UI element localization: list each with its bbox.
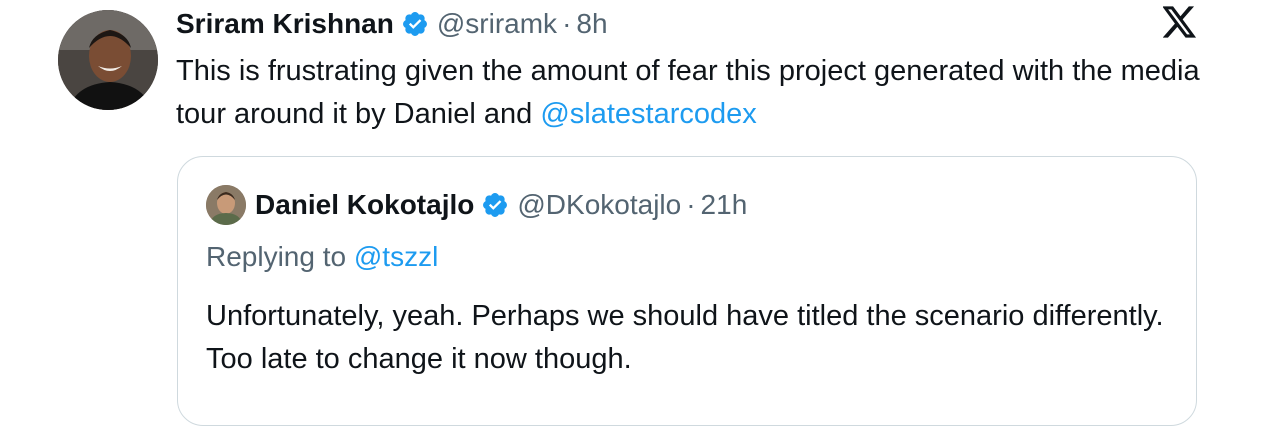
x-logo-icon[interactable] bbox=[1162, 6, 1197, 38]
verified-badge-icon bbox=[401, 10, 429, 38]
replying-to-mention[interactable]: @tszzl bbox=[354, 241, 438, 272]
separator-dot: · bbox=[562, 8, 572, 39]
mention-link[interactable]: @slatestarcodex bbox=[540, 98, 756, 130]
separator-dot: · bbox=[686, 189, 696, 220]
author-name[interactable]: Sriram Krishnan bbox=[176, 8, 394, 40]
verified-badge-icon bbox=[481, 191, 509, 219]
tweet-text: This is frustrating given the amount of … bbox=[176, 50, 1216, 136]
replying-to-line: Replying to @tszzl bbox=[206, 241, 438, 273]
tweet-card[interactable]: Sriram Krishnan @sriramk · 8h This is fr… bbox=[0, 0, 1265, 426]
quoted-author-avatar[interactable] bbox=[206, 185, 246, 225]
quoted-tweet-text: Unfortunately, yeah. Perhaps we should h… bbox=[206, 300, 1164, 375]
quoted-tweet-timestamp[interactable]: 21h bbox=[701, 189, 748, 221]
quoted-tweet[interactable]: Daniel Kokotajlo @DKokotajlo · 21h Reply… bbox=[177, 156, 1197, 426]
quoted-author-handle[interactable]: @DKokotajlo bbox=[517, 189, 681, 221]
author-avatar[interactable] bbox=[58, 10, 158, 110]
tweet-timestamp[interactable]: 8h bbox=[576, 8, 607, 40]
author-handle[interactable]: @sriramk bbox=[437, 8, 557, 40]
quoted-tweet-header: Daniel Kokotajlo @DKokotajlo · 21h bbox=[255, 183, 747, 227]
tweet-header: Sriram Krishnan @sriramk · 8h bbox=[176, 4, 608, 44]
quoted-author-name[interactable]: Daniel Kokotajlo bbox=[255, 189, 474, 221]
replying-to-label: Replying to bbox=[206, 241, 354, 272]
